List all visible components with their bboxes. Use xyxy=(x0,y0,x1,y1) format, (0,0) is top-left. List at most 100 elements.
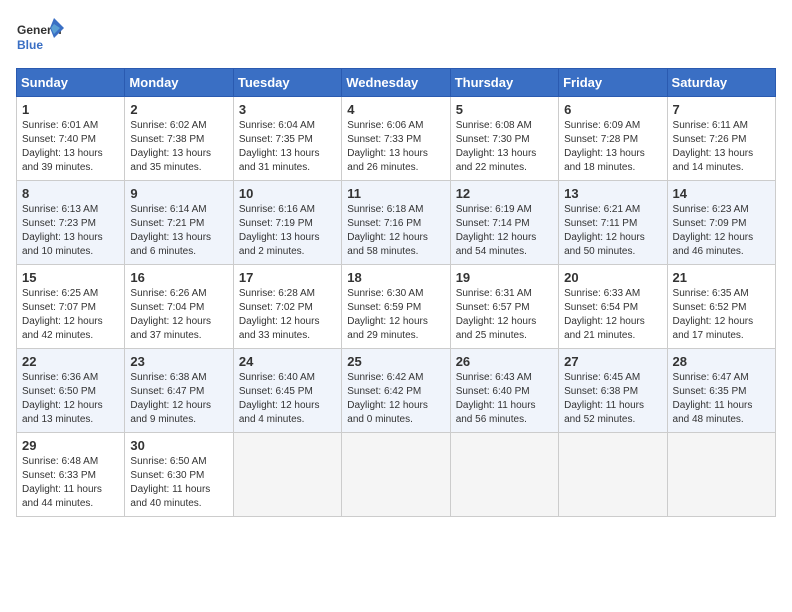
day-info: Sunrise: 6:16 AM Sunset: 7:19 PM Dayligh… xyxy=(239,203,336,259)
page-header: General Blue xyxy=(16,16,776,58)
day-info: Sunrise: 6:45 AM Sunset: 6:38 PM Dayligh… xyxy=(564,371,661,427)
day-info: Sunrise: 6:36 AM Sunset: 6:50 PM Dayligh… xyxy=(22,371,119,427)
calendar-cell: 5 Sunrise: 6:08 AM Sunset: 7:30 PM Dayli… xyxy=(450,97,558,181)
day-number: 28 xyxy=(673,354,770,369)
day-number: 12 xyxy=(456,186,553,201)
day-number: 17 xyxy=(239,270,336,285)
calendar-cell xyxy=(450,433,558,517)
calendar-cell: 17 Sunrise: 6:28 AM Sunset: 7:02 PM Dayl… xyxy=(233,265,341,349)
weekday-header-thursday: Thursday xyxy=(450,69,558,97)
calendar-cell: 16 Sunrise: 6:26 AM Sunset: 7:04 PM Dayl… xyxy=(125,265,233,349)
calendar-cell: 8 Sunrise: 6:13 AM Sunset: 7:23 PM Dayli… xyxy=(17,181,125,265)
day-info: Sunrise: 6:09 AM Sunset: 7:28 PM Dayligh… xyxy=(564,119,661,175)
weekday-header-saturday: Saturday xyxy=(667,69,775,97)
day-info: Sunrise: 6:47 AM Sunset: 6:35 PM Dayligh… xyxy=(673,371,770,427)
day-number: 6 xyxy=(564,102,661,117)
day-info: Sunrise: 6:21 AM Sunset: 7:11 PM Dayligh… xyxy=(564,203,661,259)
day-number: 18 xyxy=(347,270,444,285)
day-info: Sunrise: 6:35 AM Sunset: 6:52 PM Dayligh… xyxy=(673,287,770,343)
logo: General Blue xyxy=(16,16,66,58)
day-number: 13 xyxy=(564,186,661,201)
weekday-header-tuesday: Tuesday xyxy=(233,69,341,97)
day-info: Sunrise: 6:50 AM Sunset: 6:30 PM Dayligh… xyxy=(130,455,227,511)
day-number: 9 xyxy=(130,186,227,201)
day-info: Sunrise: 6:33 AM Sunset: 6:54 PM Dayligh… xyxy=(564,287,661,343)
day-number: 27 xyxy=(564,354,661,369)
day-number: 25 xyxy=(347,354,444,369)
calendar-cell: 28 Sunrise: 6:47 AM Sunset: 6:35 PM Dayl… xyxy=(667,349,775,433)
day-number: 23 xyxy=(130,354,227,369)
calendar-cell xyxy=(233,433,341,517)
calendar-table: SundayMondayTuesdayWednesdayThursdayFrid… xyxy=(16,68,776,517)
day-number: 29 xyxy=(22,438,119,453)
logo-svg: General Blue xyxy=(16,16,66,58)
calendar-cell: 26 Sunrise: 6:43 AM Sunset: 6:40 PM Dayl… xyxy=(450,349,558,433)
calendar-cell: 24 Sunrise: 6:40 AM Sunset: 6:45 PM Dayl… xyxy=(233,349,341,433)
day-info: Sunrise: 6:28 AM Sunset: 7:02 PM Dayligh… xyxy=(239,287,336,343)
calendar-cell: 3 Sunrise: 6:04 AM Sunset: 7:35 PM Dayli… xyxy=(233,97,341,181)
day-number: 5 xyxy=(456,102,553,117)
day-number: 3 xyxy=(239,102,336,117)
calendar-cell xyxy=(667,433,775,517)
day-info: Sunrise: 6:30 AM Sunset: 6:59 PM Dayligh… xyxy=(347,287,444,343)
calendar-cell: 27 Sunrise: 6:45 AM Sunset: 6:38 PM Dayl… xyxy=(559,349,667,433)
day-number: 20 xyxy=(564,270,661,285)
calendar-week-3: 15 Sunrise: 6:25 AM Sunset: 7:07 PM Dayl… xyxy=(17,265,776,349)
day-info: Sunrise: 6:26 AM Sunset: 7:04 PM Dayligh… xyxy=(130,287,227,343)
day-number: 4 xyxy=(347,102,444,117)
day-number: 10 xyxy=(239,186,336,201)
day-info: Sunrise: 6:23 AM Sunset: 7:09 PM Dayligh… xyxy=(673,203,770,259)
calendar-week-1: 1 Sunrise: 6:01 AM Sunset: 7:40 PM Dayli… xyxy=(17,97,776,181)
day-number: 8 xyxy=(22,186,119,201)
day-info: Sunrise: 6:25 AM Sunset: 7:07 PM Dayligh… xyxy=(22,287,119,343)
calendar-cell: 9 Sunrise: 6:14 AM Sunset: 7:21 PM Dayli… xyxy=(125,181,233,265)
day-info: Sunrise: 6:18 AM Sunset: 7:16 PM Dayligh… xyxy=(347,203,444,259)
day-number: 21 xyxy=(673,270,770,285)
weekday-header-monday: Monday xyxy=(125,69,233,97)
calendar-week-5: 29 Sunrise: 6:48 AM Sunset: 6:33 PM Dayl… xyxy=(17,433,776,517)
weekday-header-friday: Friday xyxy=(559,69,667,97)
day-info: Sunrise: 6:42 AM Sunset: 6:42 PM Dayligh… xyxy=(347,371,444,427)
day-number: 1 xyxy=(22,102,119,117)
day-info: Sunrise: 6:14 AM Sunset: 7:21 PM Dayligh… xyxy=(130,203,227,259)
calendar-cell: 12 Sunrise: 6:19 AM Sunset: 7:14 PM Dayl… xyxy=(450,181,558,265)
day-number: 2 xyxy=(130,102,227,117)
calendar-week-4: 22 Sunrise: 6:36 AM Sunset: 6:50 PM Dayl… xyxy=(17,349,776,433)
day-info: Sunrise: 6:19 AM Sunset: 7:14 PM Dayligh… xyxy=(456,203,553,259)
day-info: Sunrise: 6:38 AM Sunset: 6:47 PM Dayligh… xyxy=(130,371,227,427)
day-info: Sunrise: 6:13 AM Sunset: 7:23 PM Dayligh… xyxy=(22,203,119,259)
calendar-cell: 25 Sunrise: 6:42 AM Sunset: 6:42 PM Dayl… xyxy=(342,349,450,433)
calendar-cell: 7 Sunrise: 6:11 AM Sunset: 7:26 PM Dayli… xyxy=(667,97,775,181)
day-number: 22 xyxy=(22,354,119,369)
day-info: Sunrise: 6:04 AM Sunset: 7:35 PM Dayligh… xyxy=(239,119,336,175)
day-number: 19 xyxy=(456,270,553,285)
day-info: Sunrise: 6:08 AM Sunset: 7:30 PM Dayligh… xyxy=(456,119,553,175)
day-info: Sunrise: 6:43 AM Sunset: 6:40 PM Dayligh… xyxy=(456,371,553,427)
day-number: 30 xyxy=(130,438,227,453)
weekday-header-wednesday: Wednesday xyxy=(342,69,450,97)
calendar-cell xyxy=(559,433,667,517)
calendar-cell: 22 Sunrise: 6:36 AM Sunset: 6:50 PM Dayl… xyxy=(17,349,125,433)
calendar-cell: 21 Sunrise: 6:35 AM Sunset: 6:52 PM Dayl… xyxy=(667,265,775,349)
calendar-cell: 11 Sunrise: 6:18 AM Sunset: 7:16 PM Dayl… xyxy=(342,181,450,265)
calendar-cell: 23 Sunrise: 6:38 AM Sunset: 6:47 PM Dayl… xyxy=(125,349,233,433)
calendar-cell: 19 Sunrise: 6:31 AM Sunset: 6:57 PM Dayl… xyxy=(450,265,558,349)
calendar-cell: 15 Sunrise: 6:25 AM Sunset: 7:07 PM Dayl… xyxy=(17,265,125,349)
calendar-cell: 1 Sunrise: 6:01 AM Sunset: 7:40 PM Dayli… xyxy=(17,97,125,181)
calendar-cell: 30 Sunrise: 6:50 AM Sunset: 6:30 PM Dayl… xyxy=(125,433,233,517)
calendar-cell: 13 Sunrise: 6:21 AM Sunset: 7:11 PM Dayl… xyxy=(559,181,667,265)
weekday-header-row: SundayMondayTuesdayWednesdayThursdayFrid… xyxy=(17,69,776,97)
day-info: Sunrise: 6:40 AM Sunset: 6:45 PM Dayligh… xyxy=(239,371,336,427)
weekday-header-sunday: Sunday xyxy=(17,69,125,97)
day-info: Sunrise: 6:11 AM Sunset: 7:26 PM Dayligh… xyxy=(673,119,770,175)
calendar-cell: 29 Sunrise: 6:48 AM Sunset: 6:33 PM Dayl… xyxy=(17,433,125,517)
calendar-cell: 2 Sunrise: 6:02 AM Sunset: 7:38 PM Dayli… xyxy=(125,97,233,181)
day-info: Sunrise: 6:48 AM Sunset: 6:33 PM Dayligh… xyxy=(22,455,119,511)
day-info: Sunrise: 6:31 AM Sunset: 6:57 PM Dayligh… xyxy=(456,287,553,343)
day-number: 7 xyxy=(673,102,770,117)
calendar-cell: 20 Sunrise: 6:33 AM Sunset: 6:54 PM Dayl… xyxy=(559,265,667,349)
svg-text:Blue: Blue xyxy=(17,38,43,52)
day-number: 15 xyxy=(22,270,119,285)
day-info: Sunrise: 6:01 AM Sunset: 7:40 PM Dayligh… xyxy=(22,119,119,175)
calendar-cell xyxy=(342,433,450,517)
